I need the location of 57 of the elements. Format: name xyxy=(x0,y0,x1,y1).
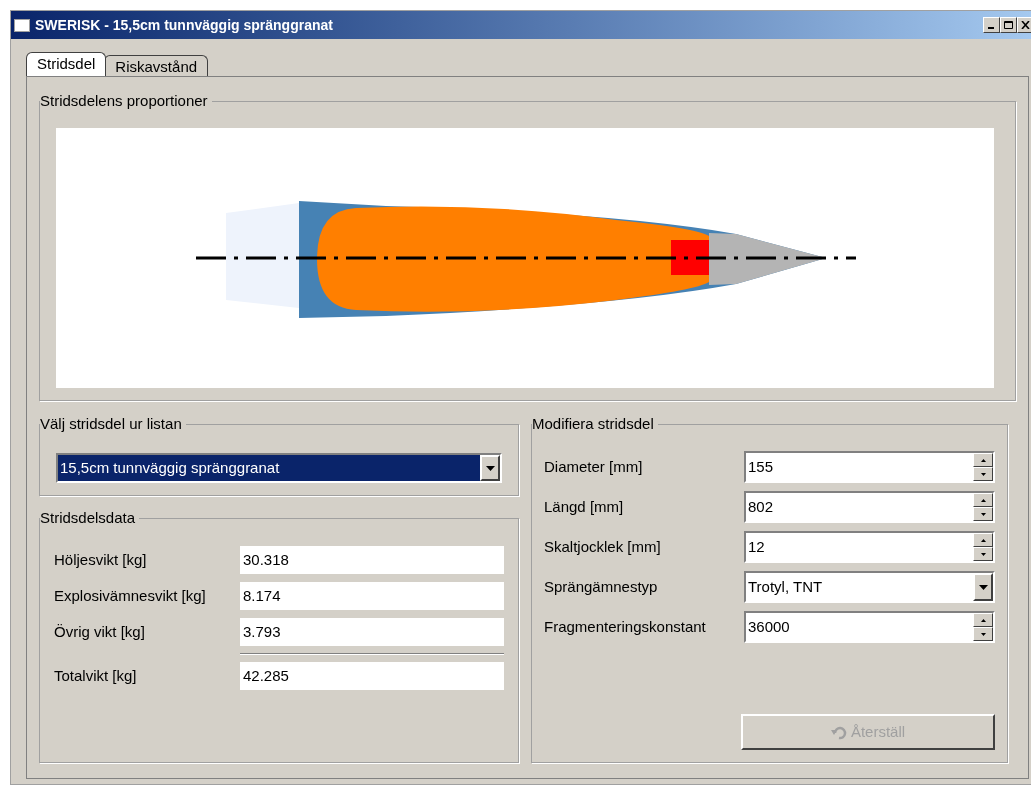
window-title: SWERISK - 15,5cm tunnväggig spränggranat xyxy=(35,15,334,35)
down-arrow-icon xyxy=(980,472,986,476)
app-icon xyxy=(14,18,30,32)
dropdown-button[interactable] xyxy=(973,573,993,601)
spin-down-button[interactable] xyxy=(973,507,993,521)
caret-icon xyxy=(978,584,988,590)
field-label: Höljesvikt [kg] xyxy=(54,549,148,570)
spin-field[interactable]: 12 xyxy=(744,531,995,563)
maximize-button[interactable] xyxy=(1000,17,1017,33)
spin-up-button[interactable] xyxy=(973,613,993,627)
spin-field[interactable]: 802 xyxy=(744,491,995,523)
value-field: 3.793 xyxy=(240,618,504,646)
up-arrow-icon xyxy=(980,618,986,622)
maximize-icon xyxy=(1004,21,1013,29)
spin-down-button[interactable] xyxy=(973,467,993,481)
caret-icon xyxy=(485,465,495,471)
close-icon xyxy=(1021,21,1030,29)
value-field: 8.174 xyxy=(240,582,504,610)
selected-option: 15,5cm tunnväggig spränggranat xyxy=(58,455,480,481)
group-title: Stridsdelens proportioner xyxy=(40,92,212,110)
down-arrow-icon xyxy=(980,552,986,556)
spin-down-button[interactable] xyxy=(973,547,993,561)
field-value: 155 xyxy=(747,456,775,477)
spin-field[interactable]: 36000 xyxy=(744,611,995,643)
field-label: Sprängämnestyp xyxy=(544,576,659,597)
field-label: Explosivämnesvikt [kg] xyxy=(54,585,207,606)
spin-field[interactable]: 155 xyxy=(744,451,995,483)
field-label: Diameter [mm] xyxy=(544,456,644,477)
minimize-button[interactable] xyxy=(983,17,1000,33)
spin-down-button[interactable] xyxy=(973,627,993,641)
down-arrow-icon xyxy=(980,512,986,516)
spin-up-button[interactable] xyxy=(973,533,993,547)
field-label: Fragmenteringskonstant xyxy=(544,616,707,637)
dropdown-button[interactable] xyxy=(480,455,500,481)
field-value: 802 xyxy=(747,496,775,517)
value-field: 30.318 xyxy=(240,546,504,574)
field-value: 12 xyxy=(747,536,766,557)
up-arrow-icon xyxy=(980,458,986,462)
group-title: Välj stridsdel ur listan xyxy=(40,415,186,433)
field-label: Längd [mm] xyxy=(544,496,625,517)
field-value: Trotyl, TNT xyxy=(747,576,824,597)
field-label: Övrig vikt [kg] xyxy=(54,621,146,642)
spin-up-button[interactable] xyxy=(973,453,993,467)
down-arrow-icon xyxy=(980,632,986,636)
tab[interactable]: Stridsdel xyxy=(26,52,107,76)
up-arrow-icon xyxy=(980,538,986,542)
dropdown-field[interactable]: Trotyl, TNT xyxy=(744,571,995,603)
spin-up-button[interactable] xyxy=(973,493,993,507)
value-field: 42.285 xyxy=(240,662,504,690)
tab[interactable]: Riskavstånd xyxy=(104,55,209,76)
up-arrow-icon xyxy=(980,498,986,502)
undo-icon xyxy=(830,724,847,740)
field-value: 36000 xyxy=(747,616,791,637)
field-label: Totalvikt [kg] xyxy=(54,665,138,686)
warhead-dropdown[interactable]: 15,5cm tunnväggig spränggranat xyxy=(56,453,502,483)
field-label: Skaltjocklek [mm] xyxy=(544,536,662,557)
close-button[interactable] xyxy=(1017,17,1031,33)
